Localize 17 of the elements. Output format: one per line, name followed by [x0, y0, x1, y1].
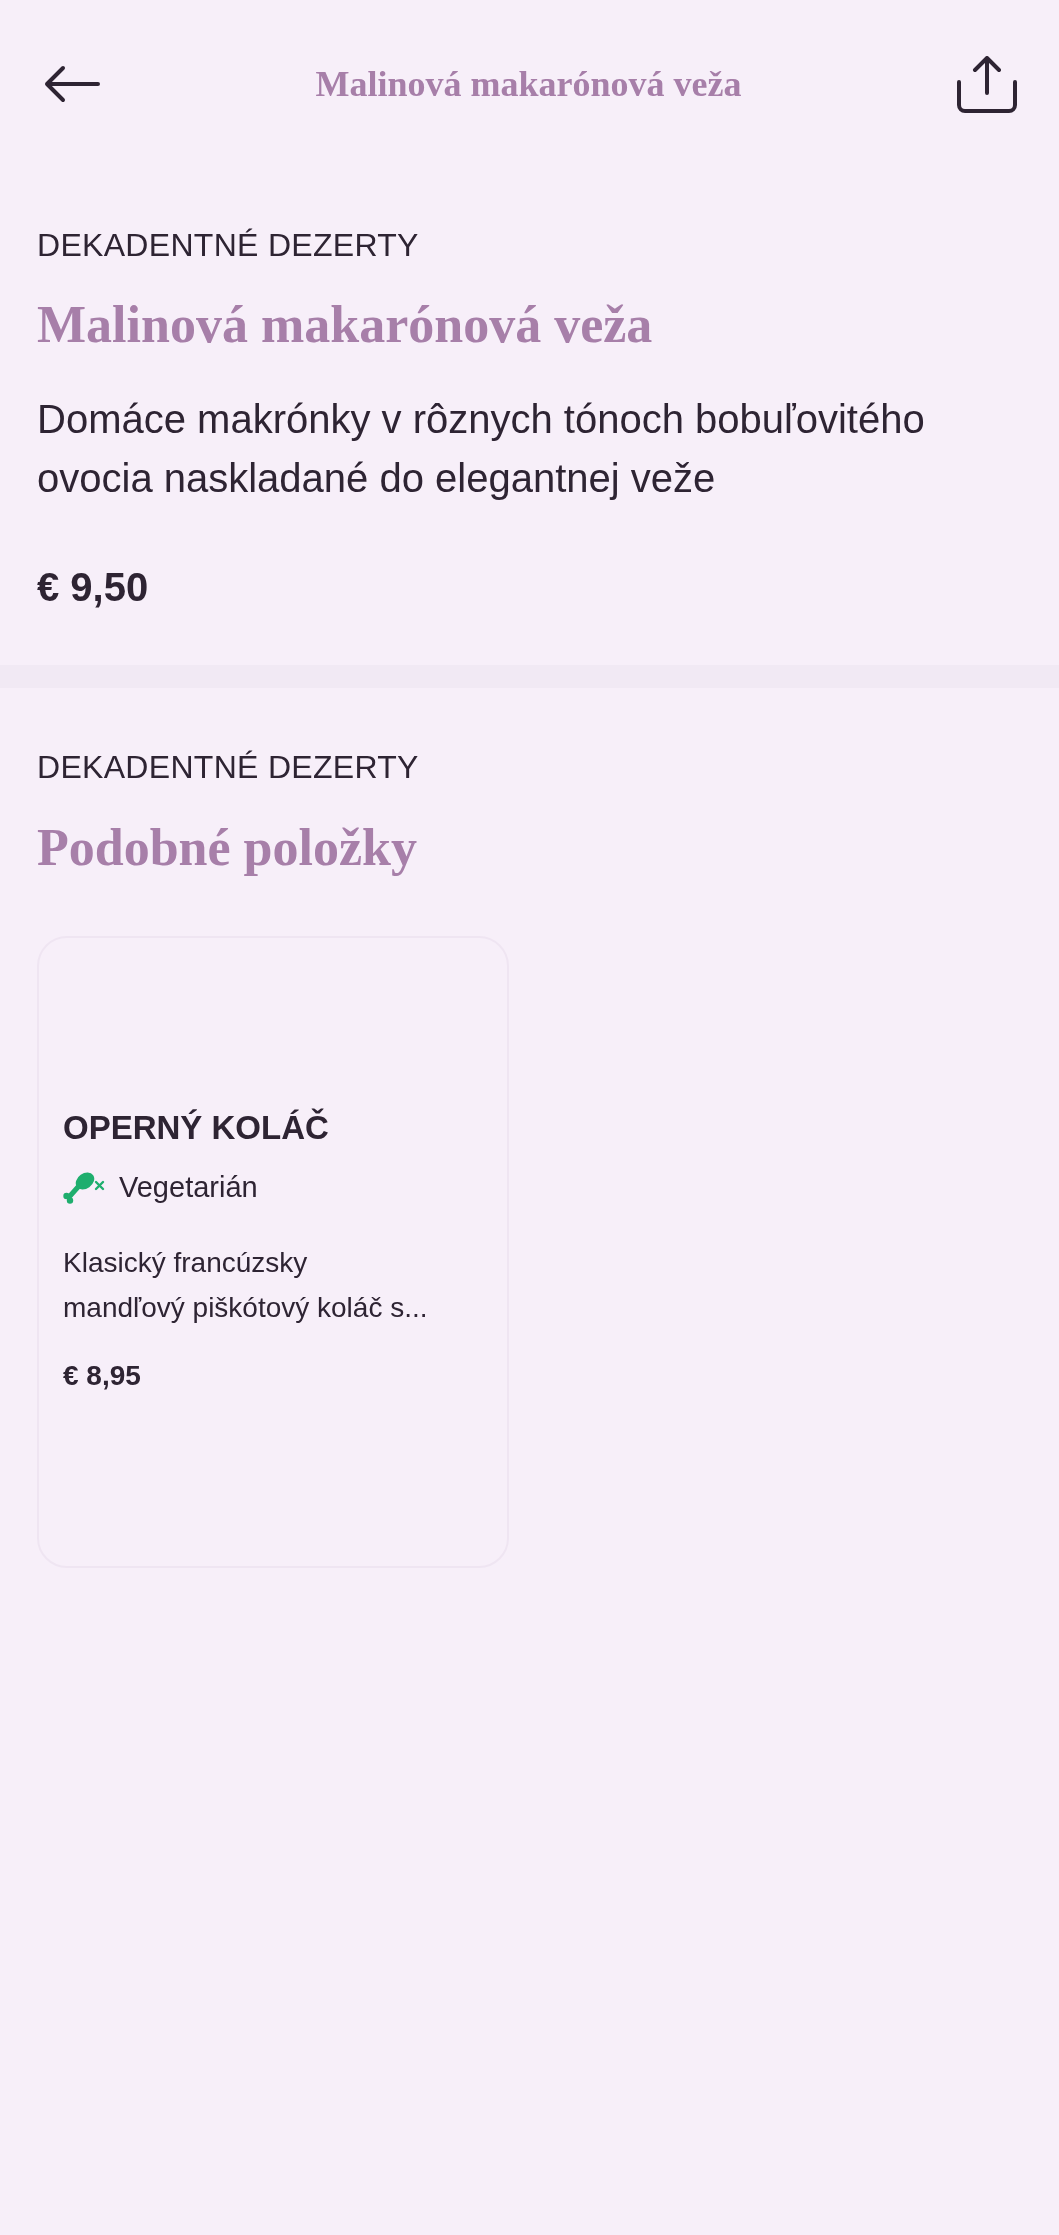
item-price: € 9,50 [37, 564, 150, 611]
back-arrow-icon [44, 64, 100, 104]
category-label: DEKADENTNÉ DEZERTY [37, 226, 420, 265]
section-title: Podobné položky [37, 818, 418, 878]
card-item-name: OPERNÝ KOLÁČ [63, 1108, 330, 1148]
item-title: Malinová makarónová veža [37, 295, 654, 355]
item-description: Domáce makrónky v rôznych tónoch bobuľovitého ovocia naskladané do elegantnej veže [37, 396, 926, 502]
item-card[interactable]: OPERNÝ KOLÁČ Vegetarián Klasický francúzsky mandľový piškótový koláč s... € 8,95 [37, 936, 509, 1568]
share-icon [957, 55, 1017, 113]
diet-label: Vegetarián [119, 1170, 258, 1205]
share-button[interactable] [957, 55, 1017, 113]
card-item-price: € 8,95 [63, 1359, 142, 1393]
crossed-drumstick-icon [63, 1170, 105, 1204]
back-button[interactable] [44, 64, 100, 104]
category-label: DEKADENTNÉ DEZERTY [37, 748, 420, 787]
page-title: Malinová makarónová veža [315, 63, 742, 106]
card-item-description: Klasický francúzsky mandľový piškótový koláč s... [63, 1246, 429, 1325]
